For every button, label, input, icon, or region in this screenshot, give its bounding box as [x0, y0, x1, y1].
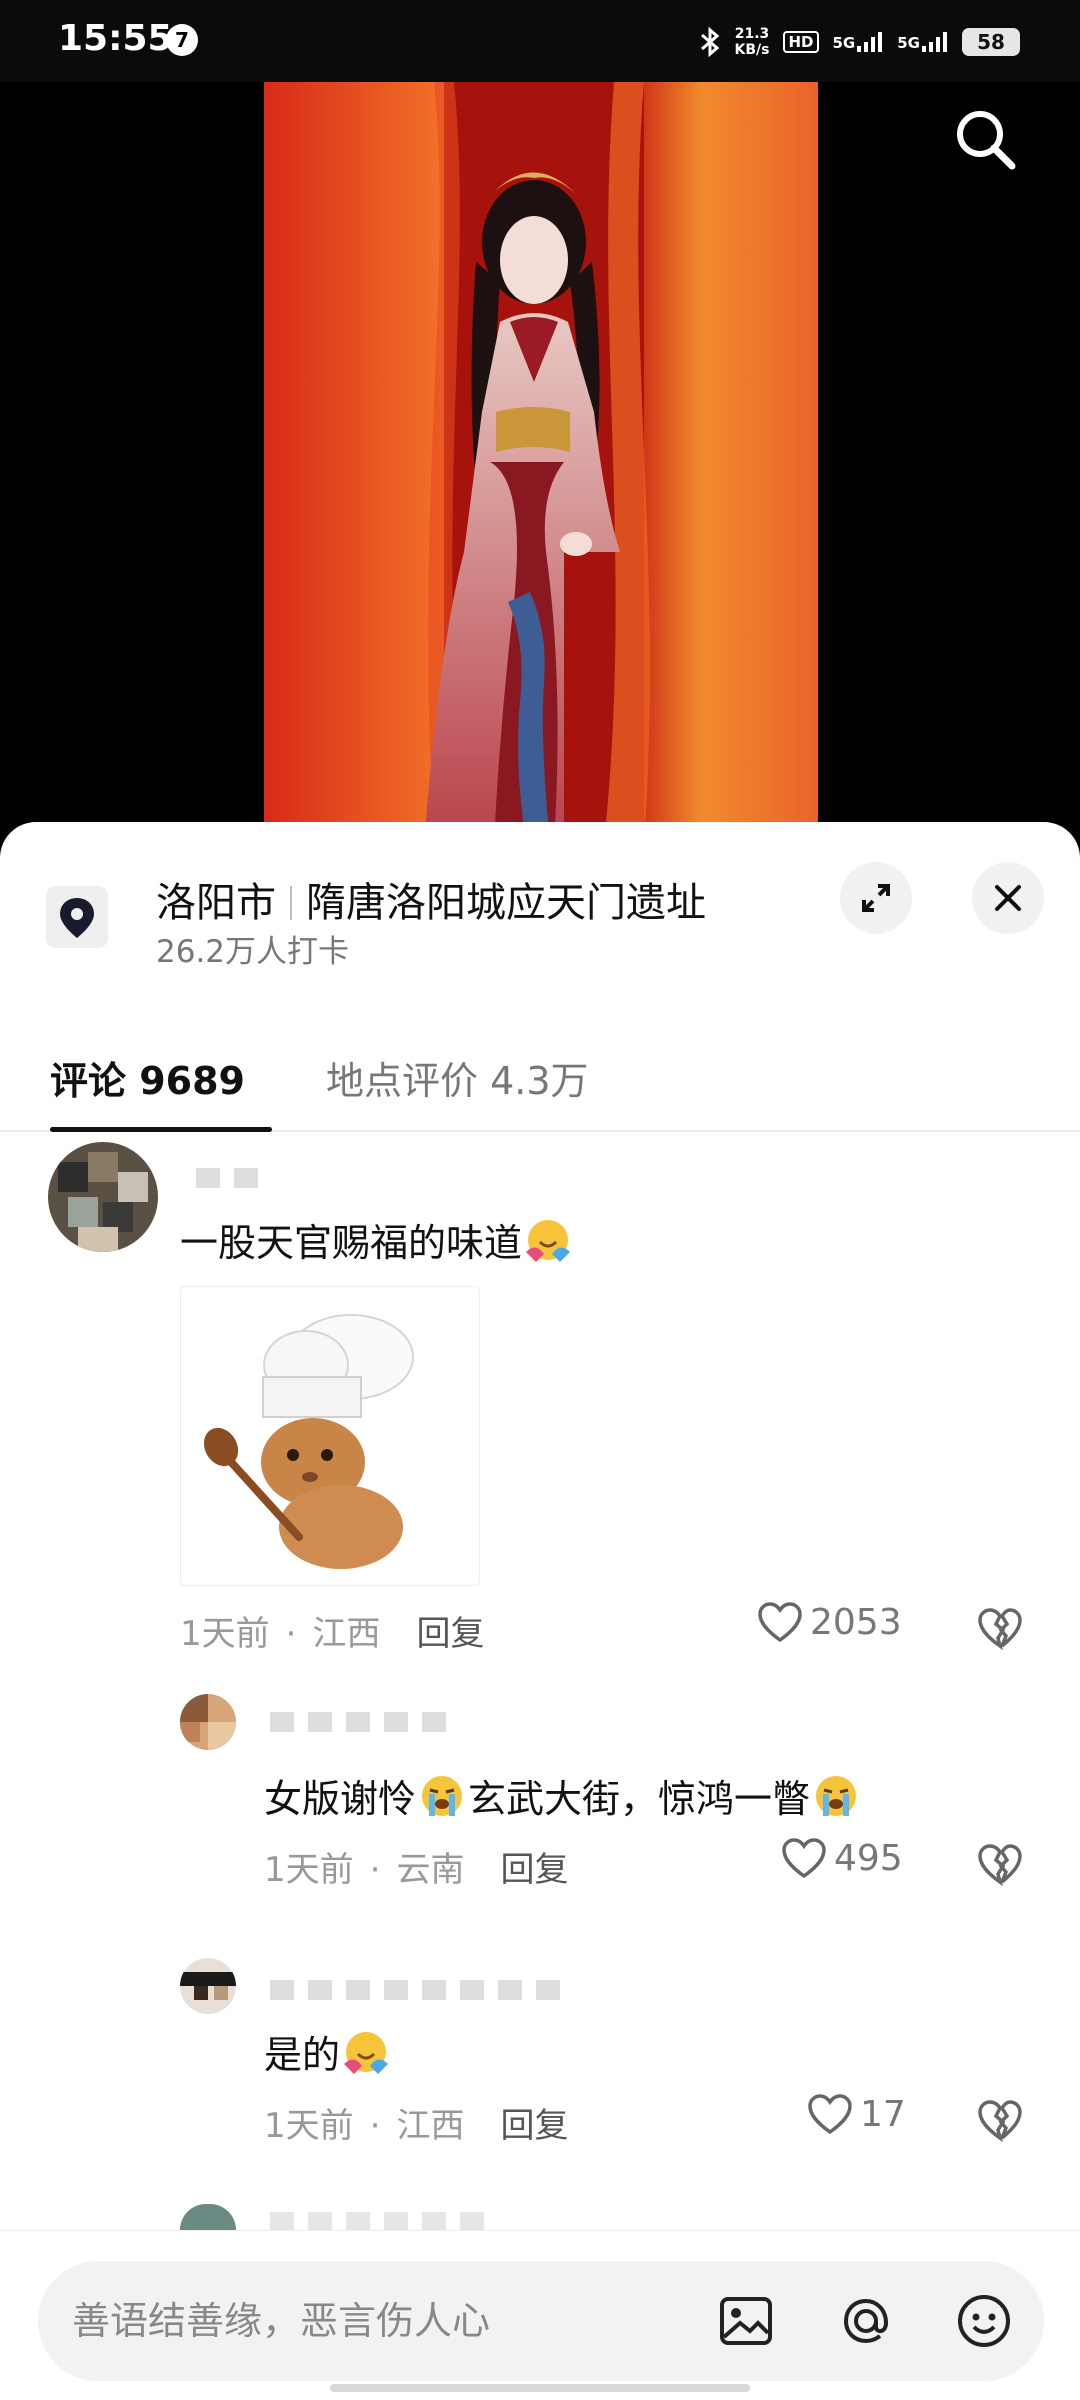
- expand-button[interactable]: [840, 862, 912, 934]
- photo-illustration: [264, 82, 818, 842]
- status-bar: 15:55 7 21.3 KB/s HD 5G 5G 58: [0, 0, 1080, 82]
- username-blurred[interactable]: [196, 1168, 258, 1188]
- home-indicator[interactable]: [330, 2384, 750, 2392]
- reply-button[interactable]: 回复: [500, 2106, 568, 2146]
- broken-heart-icon[interactable]: [976, 2096, 1024, 2142]
- signal-2: 5G: [897, 32, 948, 52]
- location-title[interactable]: 洛阳市 隋唐洛阳城应天门遗址: [156, 870, 706, 928]
- comment-meta: 1天前 · 江西 回复: [264, 2106, 569, 2146]
- username-blurred[interactable]: [270, 2212, 484, 2230]
- like-count: 495: [834, 1837, 903, 1879]
- tab-comments[interactable]: 评论 9689: [50, 1050, 245, 1105]
- status-indicators: 21.3 KB/s HD 5G 5G 58: [699, 20, 1020, 64]
- battery-indicator: 58: [962, 28, 1020, 56]
- title-separator: [290, 886, 292, 920]
- hugging-face-icon: [344, 2032, 389, 2074]
- heart-icon: [758, 1602, 802, 1643]
- search-icon[interactable]: [950, 104, 1020, 174]
- avatar-pixelated: [180, 1694, 236, 1750]
- hd-indicator: HD: [783, 31, 819, 53]
- close-button[interactable]: [972, 862, 1044, 934]
- hanfu-photo[interactable]: [264, 82, 818, 842]
- comment-meta: 1天前 · 云南 回复: [264, 1850, 569, 1890]
- close-icon: [995, 885, 1021, 911]
- reply-button[interactable]: 回复: [416, 1614, 484, 1654]
- active-tab-indicator: [50, 1127, 272, 1132]
- reply-button[interactable]: 回复: [500, 1850, 568, 1890]
- expand-icon: [862, 884, 890, 912]
- comment-time: 1天前: [264, 1850, 354, 1890]
- loudly-crying-face-icon: [816, 1776, 857, 1816]
- avatar[interactable]: [180, 1958, 236, 2014]
- signal-bars-icon: [857, 32, 883, 52]
- comment-text: 是的: [264, 2024, 392, 2079]
- tab-bar: 评论 9689 地点评价 4.3万: [0, 1022, 1080, 1132]
- like-button[interactable]: 495: [780, 1836, 903, 1880]
- checkin-count: 26.2万人打卡: [156, 934, 350, 970]
- comment-region: 江西: [312, 1614, 381, 1654]
- location-place: 隋唐洛阳城应天门遗址: [306, 880, 706, 926]
- like-button[interactable]: 2053: [756, 1600, 902, 1644]
- location-pin-icon: [46, 886, 108, 948]
- avatar[interactable]: [180, 1694, 236, 1750]
- broken-heart-icon[interactable]: [976, 1604, 1024, 1650]
- status-time: 15:55: [58, 18, 173, 59]
- comment-input[interactable]: [72, 2291, 692, 2351]
- signal-1: 5G: [833, 32, 884, 52]
- comments-sheet: 洛阳市 隋唐洛阳城应天门遗址 26.2万人打卡 评论 9689 地点评价 4.3万: [0, 822, 1080, 2400]
- comment-region: 云南: [396, 1850, 465, 1890]
- image-icon[interactable]: [714, 2289, 778, 2353]
- notification-badge: 7: [166, 24, 198, 56]
- chef-cat-illustration: [203, 1314, 414, 1569]
- chef-cat-sticker[interactable]: [180, 1286, 480, 1586]
- comment-region: 江西: [396, 2106, 465, 2146]
- emoji-icon[interactable]: [952, 2289, 1016, 2353]
- heart-icon: [808, 2094, 852, 2135]
- hugging-face-icon: [526, 1220, 571, 1262]
- like-count: 2053: [810, 1601, 902, 1643]
- broken-heart-icon[interactable]: [976, 1840, 1024, 1886]
- avatar-pixelated: [180, 1958, 236, 2014]
- loudly-crying-face-icon: [422, 1776, 463, 1816]
- comment-text: 一股天官赐福的味道: [180, 1212, 574, 1267]
- avatar-pixelated: [48, 1142, 158, 1252]
- like-button[interactable]: 17: [806, 2092, 906, 2136]
- media-viewer[interactable]: [0, 82, 1080, 842]
- comment-time: 1天前: [264, 2106, 354, 2146]
- comment-input-container: [38, 2261, 1044, 2381]
- location-city: 洛阳市: [156, 880, 276, 926]
- comment-text: 女版谢怜 玄武大街，惊鸿一瞥: [264, 1768, 862, 1823]
- network-speed: 21.3 KB/s: [734, 26, 770, 58]
- tab-place-rating[interactable]: 地点评价 4.3万: [326, 1050, 589, 1105]
- at-icon[interactable]: [834, 2289, 898, 2353]
- signal-bars-icon: [922, 32, 947, 52]
- comment-meta: 1天前 · 江西 回复: [180, 1614, 485, 1654]
- heart-icon: [782, 1838, 826, 1879]
- avatar[interactable]: [48, 1142, 158, 1252]
- comment-time: 1天前: [180, 1614, 270, 1654]
- username-blurred[interactable]: [270, 1980, 560, 2000]
- comment-input-bar: [0, 2230, 1080, 2400]
- username-blurred[interactable]: [270, 1712, 446, 1732]
- bluetooth-icon: [700, 26, 719, 58]
- like-count: 17: [860, 2093, 906, 2135]
